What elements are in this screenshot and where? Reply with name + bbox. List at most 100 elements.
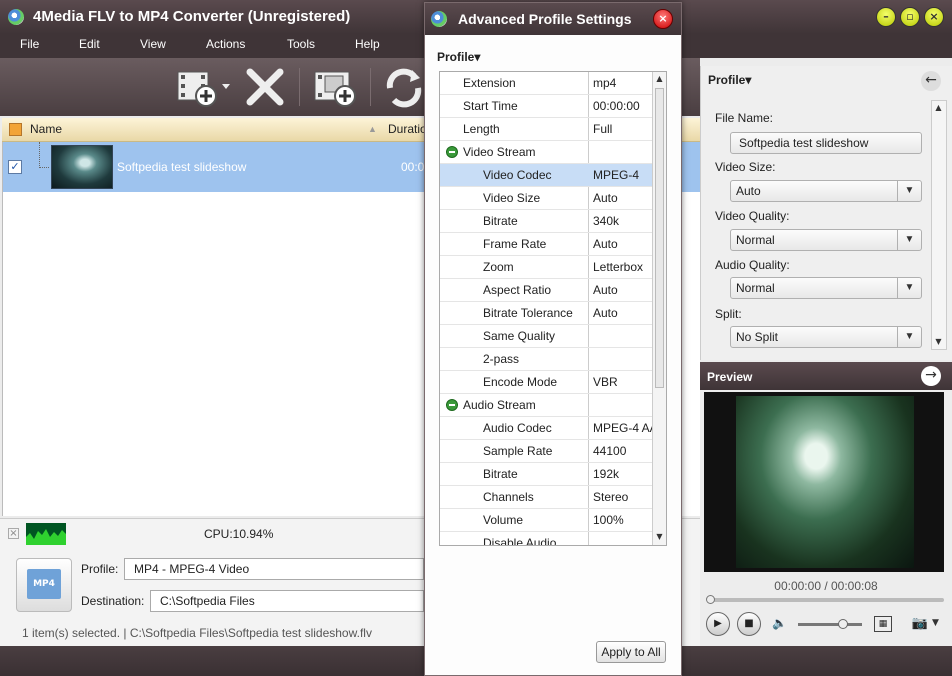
- delete-icon[interactable]: [244, 66, 290, 108]
- property-value[interactable]: 00:00:00: [593, 99, 653, 113]
- convert-icon[interactable]: [382, 66, 428, 108]
- property-name: Encode Mode: [483, 375, 558, 389]
- profile-panel-scrollbar[interactable]: ▲ ▼: [931, 100, 947, 350]
- row-checkbox[interactable]: ✓: [8, 160, 22, 174]
- dropdown-arrow-icon[interactable]: ▼: [897, 278, 921, 298]
- property-value[interactable]: 192k: [593, 467, 653, 481]
- property-row[interactable]: Same QualityNo: [440, 325, 652, 348]
- audio-quality-select[interactable]: Normal ▼: [730, 277, 922, 299]
- split-select[interactable]: No Split ▼: [730, 326, 922, 348]
- profile-select[interactable]: MP4 - MPEG-4 Video: [124, 558, 424, 580]
- property-value[interactable]: Auto: [593, 283, 653, 297]
- property-value[interactable]: MPEG-4: [593, 168, 653, 182]
- app-logo-icon: [8, 9, 24, 25]
- property-value[interactable]: 340k: [593, 214, 653, 228]
- property-row[interactable]: Bitrate Tolerance Auto: [440, 302, 652, 325]
- menu-tools[interactable]: Tools: [287, 37, 315, 51]
- dialog-profile-label: Profile: [437, 50, 475, 64]
- menu-file[interactable]: File: [20, 37, 39, 51]
- back-arrow-icon[interactable]: ←: [921, 71, 941, 91]
- property-row[interactable]: Bitrate 340k: [440, 210, 652, 233]
- property-value[interactable]: Auto: [593, 191, 653, 205]
- property-value[interactable]: Letterbox: [593, 260, 653, 274]
- property-value[interactable]: Full: [593, 122, 653, 136]
- property-row[interactable]: Start Time 00:00:00: [440, 95, 652, 118]
- property-row[interactable]: Video Codec MPEG-4: [440, 164, 652, 187]
- menu-view[interactable]: View: [140, 37, 166, 51]
- collapse-group-icon[interactable]: [446, 146, 458, 158]
- property-row[interactable]: Bitrate 192k: [440, 463, 652, 486]
- profile-panel-title[interactable]: Profile▾: [708, 73, 751, 87]
- apply-to-all-button[interactable]: Apply to All: [596, 641, 666, 663]
- property-row[interactable]: Frame Rate Auto: [440, 233, 652, 256]
- stop-icon[interactable]: ■: [737, 612, 761, 636]
- property-value[interactable]: Auto: [593, 306, 653, 320]
- maximize-button[interactable]: ▫: [900, 7, 920, 27]
- file-duration: 00:0: [401, 160, 425, 174]
- property-group-row[interactable]: Audio Stream: [440, 394, 652, 417]
- scrollbar-thumb[interactable]: [655, 88, 664, 388]
- property-row[interactable]: Length Full: [440, 118, 652, 141]
- volume-icon[interactable]: 🔈: [772, 616, 787, 630]
- seek-bar[interactable]: [706, 595, 944, 604]
- seek-handle[interactable]: [706, 595, 715, 604]
- play-icon[interactable]: ▶: [706, 612, 730, 636]
- property-row[interactable]: Extension mp4: [440, 72, 652, 95]
- property-group-row[interactable]: Video Stream: [440, 141, 652, 164]
- property-name: Start Time: [463, 99, 518, 113]
- property-value[interactable]: 100%: [593, 513, 653, 527]
- column-duration[interactable]: Duratio: [388, 122, 427, 136]
- property-value[interactable]: VBR: [593, 375, 653, 389]
- property-row[interactable]: Aspect Ratio Auto: [440, 279, 652, 302]
- snapshot-settings-icon[interactable]: ▦: [874, 616, 892, 632]
- video-size-select[interactable]: Auto ▼: [730, 180, 922, 202]
- property-name: Audio Stream: [463, 398, 536, 412]
- property-value[interactable]: Stereo: [593, 490, 653, 504]
- property-row[interactable]: 2-passNo: [440, 348, 652, 371]
- property-value[interactable]: mp4: [593, 76, 653, 90]
- close-button[interactable]: ×: [924, 7, 944, 27]
- add-segment-icon[interactable]: [313, 66, 359, 108]
- dropdown-arrow-icon[interactable]: ▼: [897, 230, 921, 250]
- collapse-group-icon[interactable]: [446, 399, 458, 411]
- volume-handle[interactable]: [837, 619, 848, 629]
- scroll-down-icon[interactable]: ▼: [654, 531, 665, 543]
- property-name: Video Codec: [483, 168, 552, 182]
- scroll-up-icon[interactable]: ▲: [933, 102, 944, 114]
- menu-edit[interactable]: Edit: [79, 37, 100, 51]
- scroll-down-icon[interactable]: ▼: [933, 336, 944, 348]
- menu-help[interactable]: Help: [355, 37, 380, 51]
- property-row[interactable]: Video Size Auto: [440, 187, 652, 210]
- minimize-button[interactable]: –: [876, 7, 896, 27]
- property-row[interactable]: Audio Codec MPEG-4 AA: [440, 417, 653, 440]
- dropdown-arrow-icon[interactable]: ▼: [897, 181, 921, 201]
- profile-format-icon[interactable]: MP4: [16, 558, 72, 612]
- destination-input[interactable]: C:\Softpedia Files: [150, 590, 424, 612]
- dialog-close-icon[interactable]: ×: [653, 9, 673, 29]
- property-value[interactable]: MPEG-4 AA: [593, 421, 653, 435]
- column-name[interactable]: Name: [30, 122, 62, 136]
- property-row[interactable]: Volume 100%: [440, 509, 652, 532]
- sort-arrow-icon: ▲: [368, 124, 377, 134]
- scroll-up-icon[interactable]: ▲: [654, 73, 665, 85]
- property-value[interactable]: Auto: [593, 237, 653, 251]
- property-row[interactable]: Channels Stereo: [440, 486, 652, 509]
- camera-icon[interactable]: 📷: [910, 616, 930, 632]
- close-cpu-icon[interactable]: ×: [8, 528, 19, 539]
- forward-arrow-icon[interactable]: →: [921, 366, 941, 386]
- menu-actions[interactable]: Actions: [206, 37, 245, 51]
- video-quality-select[interactable]: Normal ▼: [730, 229, 922, 251]
- property-row[interactable]: Encode Mode VBR: [440, 371, 652, 394]
- volume-slider[interactable]: [798, 619, 862, 629]
- property-row[interactable]: Zoom Letterbox: [440, 256, 652, 279]
- select-all-checkbox[interactable]: [9, 123, 22, 136]
- dialog-profile-dropdown[interactable]: Profile▾: [437, 50, 480, 64]
- chevron-down-icon[interactable]: ▼: [932, 618, 939, 628]
- property-value[interactable]: 44100: [593, 444, 653, 458]
- property-row[interactable]: Disable AudioNo: [440, 532, 652, 545]
- add-video-icon[interactable]: [176, 66, 230, 108]
- dropdown-arrow-icon[interactable]: ▼: [897, 327, 921, 347]
- property-grid-scrollbar[interactable]: ▲ ▼: [652, 72, 666, 545]
- file-name-input[interactable]: Softpedia test slideshow: [730, 132, 922, 154]
- property-row[interactable]: Sample Rate 44100: [440, 440, 652, 463]
